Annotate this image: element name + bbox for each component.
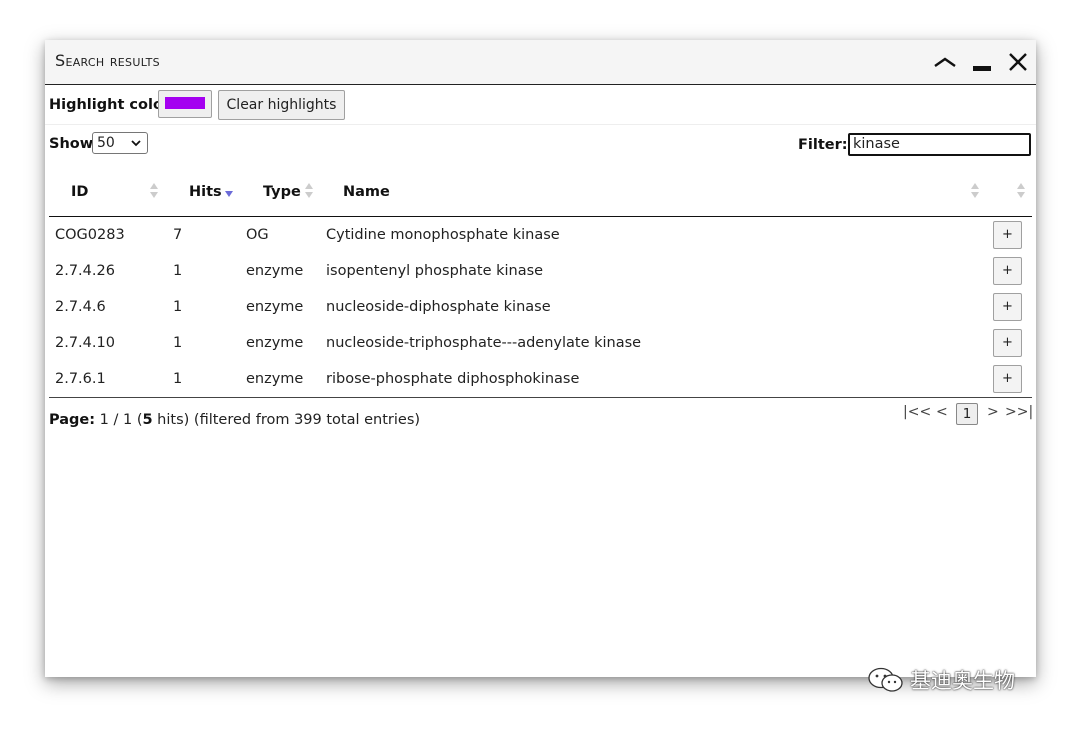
column-header-hits[interactable]: Hits bbox=[189, 184, 222, 200]
hits-text: hits) (filtered from 399 total entries) bbox=[152, 412, 421, 428]
page-text: 1 / 1 ( bbox=[99, 412, 143, 428]
chevron-down-icon bbox=[130, 136, 142, 156]
minimize-button[interactable] bbox=[968, 48, 996, 76]
column-header-id[interactable]: ID bbox=[71, 184, 88, 200]
highlight-color-label: Highlight color: bbox=[49, 97, 176, 113]
cell-name: nucleoside-diphosphate kinase bbox=[326, 299, 551, 315]
highlight-color-picker[interactable] bbox=[158, 90, 212, 118]
cell-hits: 7 bbox=[173, 227, 183, 243]
cell-id: 2.7.4.6 bbox=[55, 299, 106, 315]
pager-current-page[interactable]: 1 bbox=[956, 403, 978, 425]
page-label: Page: bbox=[49, 412, 96, 428]
pager-first[interactable]: |<< bbox=[903, 404, 931, 420]
table-row: 2.7.4.10 1 enzyme nucleoside-triphosphat… bbox=[49, 325, 1032, 361]
cell-name: isopentenyl phosphate kinase bbox=[326, 263, 544, 279]
pager-last[interactable]: >>| bbox=[1005, 404, 1033, 420]
cell-name: ribose-phosphate diphosphokinase bbox=[326, 371, 580, 387]
sort-both-icon[interactable] bbox=[1016, 180, 1026, 202]
pager-prev[interactable]: < bbox=[936, 404, 948, 420]
cell-hits: 1 bbox=[173, 263, 183, 279]
cell-id: COG0283 bbox=[55, 227, 125, 243]
show-entries-value: 50 bbox=[97, 135, 115, 151]
cell-id: 2.7.6.1 bbox=[55, 371, 106, 387]
table-row: 2.7.4.6 1 enzyme nucleoside-diphosphate … bbox=[49, 289, 1032, 325]
filter-label: Filter: bbox=[798, 137, 848, 153]
expand-row-button[interactable]: + bbox=[993, 293, 1022, 321]
sort-both-icon[interactable] bbox=[304, 180, 314, 202]
table-body: COG0283 7 OG Cytidine monophosphate kina… bbox=[49, 217, 1032, 398]
chevron-up-icon bbox=[934, 57, 956, 67]
table-header: ID Hits Type Name bbox=[49, 170, 1032, 217]
cell-hits: 1 bbox=[173, 335, 183, 351]
cell-type: enzyme bbox=[246, 263, 304, 279]
highlight-color-swatch bbox=[165, 97, 205, 109]
minimize-icon bbox=[973, 66, 991, 71]
cell-type: OG bbox=[246, 227, 269, 243]
hits-count: 5 bbox=[142, 412, 153, 428]
cell-type: enzyme bbox=[246, 299, 304, 315]
filter-input[interactable]: kinase bbox=[848, 133, 1031, 156]
cell-id: 2.7.4.26 bbox=[55, 263, 115, 279]
results-table: ID Hits Type Name COG0283 7 OG Cytidine … bbox=[49, 170, 1032, 398]
close-icon bbox=[1009, 53, 1027, 71]
close-button[interactable] bbox=[1004, 48, 1032, 76]
cell-type: enzyme bbox=[246, 371, 304, 387]
search-results-window: Search results Highlight color: Clear hi… bbox=[45, 40, 1036, 677]
show-entries-select[interactable]: 50 bbox=[92, 132, 148, 154]
pager-next[interactable]: > bbox=[987, 404, 999, 420]
expand-row-button[interactable]: + bbox=[993, 221, 1022, 249]
page-info: Page: 1 / 1 (5 hits) (filtered from 399 … bbox=[49, 412, 420, 428]
table-row: 2.7.6.1 1 enzyme ribose-phosphate diphos… bbox=[49, 361, 1032, 397]
cell-hits: 1 bbox=[173, 299, 183, 315]
column-header-type[interactable]: Type bbox=[263, 184, 301, 200]
highlight-toolbar: Highlight color: Clear highlights bbox=[45, 86, 1036, 125]
wechat-icon bbox=[868, 667, 903, 692]
expand-row-button[interactable]: + bbox=[993, 365, 1022, 393]
table-row: 2.7.4.26 1 enzyme isopentenyl phosphate … bbox=[49, 253, 1032, 289]
table-row: COG0283 7 OG Cytidine monophosphate kina… bbox=[49, 217, 1032, 253]
clear-highlights-button[interactable]: Clear highlights bbox=[218, 90, 345, 120]
collapse-button[interactable] bbox=[931, 48, 959, 76]
watermark-text: 基迪奥生物 bbox=[910, 669, 1015, 693]
sort-both-icon[interactable] bbox=[970, 180, 980, 202]
cell-id: 2.7.4.10 bbox=[55, 335, 115, 351]
cell-hits: 1 bbox=[173, 371, 183, 387]
cell-name: Cytidine monophosphate kinase bbox=[326, 227, 560, 243]
cell-name: nucleoside-triphosphate---adenylate kina… bbox=[326, 335, 642, 351]
window-title: Search results bbox=[55, 51, 160, 70]
expand-row-button[interactable]: + bbox=[993, 329, 1022, 357]
title-bar[interactable]: Search results bbox=[45, 40, 1036, 85]
column-header-name[interactable]: Name bbox=[343, 184, 390, 200]
cell-type: enzyme bbox=[246, 335, 304, 351]
expand-row-button[interactable]: + bbox=[993, 257, 1022, 285]
sort-desc-icon[interactable] bbox=[224, 184, 234, 206]
sort-both-icon[interactable] bbox=[149, 180, 159, 202]
